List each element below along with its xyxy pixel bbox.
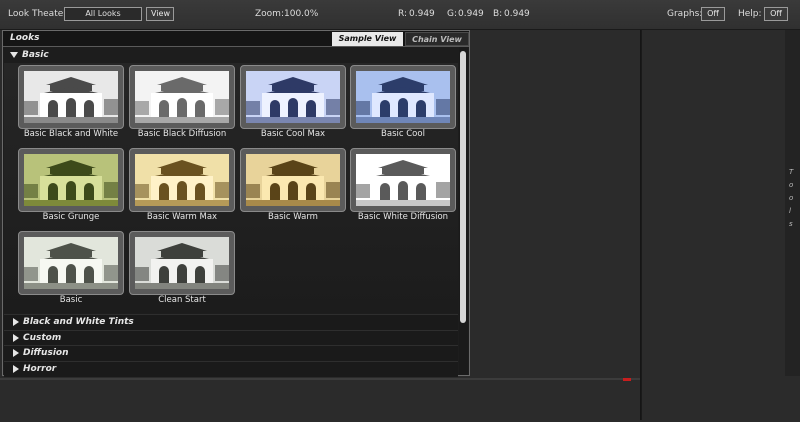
look-thumbnail[interactable]	[246, 71, 340, 123]
g-value: 0.949	[458, 9, 484, 19]
g-label: G:	[447, 9, 458, 19]
look-thumbnail[interactable]	[246, 154, 340, 206]
category-label: Black and White Tints	[23, 317, 134, 327]
category-basic[interactable]: Basic	[3, 48, 457, 62]
look-thumbnail-frame[interactable]	[129, 148, 235, 212]
category-row[interactable]: Black and White Tints	[4, 314, 458, 330]
category-header[interactable]: Black and White Tints	[4, 315, 458, 329]
tools-letter: s	[789, 220, 793, 228]
scrollbar-thumb[interactable]	[460, 51, 466, 323]
top-toolbar: Look Theater: All Looks View Zoom: 100.0…	[0, 0, 800, 30]
tools-letter: o	[789, 181, 794, 189]
category-row[interactable]: Custom	[4, 329, 458, 346]
look-thumbnail-frame[interactable]	[18, 148, 124, 212]
help-label: Help:	[738, 9, 762, 19]
looks-panel-title: Looks	[10, 33, 40, 43]
tools-letter: T	[789, 168, 794, 176]
category-basic-label: Basic	[22, 50, 49, 60]
look-label: Basic Black and White	[23, 129, 119, 139]
category-label: Horror	[23, 363, 57, 374]
tab-chain-view[interactable]: Chain View	[405, 32, 469, 46]
category-label: Custom	[23, 332, 62, 343]
triangle-right-icon	[13, 318, 19, 326]
r-label: R:	[398, 9, 408, 19]
b-label: B:	[493, 9, 503, 19]
look-thumbnail[interactable]	[135, 237, 229, 289]
look-thumbnail[interactable]	[24, 237, 118, 289]
triangle-right-icon	[13, 333, 19, 342]
look-thumbnail-frame[interactable]	[350, 65, 456, 129]
look-tile[interactable]: Basic White Diffusion	[350, 148, 456, 226]
triangle-down-icon	[10, 52, 18, 58]
look-tile[interactable]: Basic Warm	[240, 148, 346, 226]
graphs-label: Graphs:	[667, 9, 703, 19]
look-theater-label: Look Theater:	[8, 9, 70, 19]
look-tile[interactable]: Basic Cool Max	[240, 65, 346, 143]
tab-sample-view[interactable]: Sample View	[332, 32, 403, 46]
look-thumbnail-frame[interactable]	[240, 65, 346, 129]
looks-grid: Basic Black and White Basic Black Diffus…	[4, 63, 458, 313]
look-tile[interactable]: Clean Start	[129, 231, 235, 309]
bottom-area	[0, 378, 640, 422]
look-thumbnail-frame[interactable]	[350, 148, 456, 212]
look-tile[interactable]: Basic Grunge	[18, 148, 124, 226]
category-row[interactable]: Horror	[4, 360, 458, 377]
tools-letter: l	[789, 207, 791, 215]
look-thumbnail-frame[interactable]	[18, 231, 124, 295]
triangle-right-icon	[13, 349, 19, 357]
look-label: Basic Warm	[268, 212, 318, 222]
look-label: Basic Cool	[381, 129, 425, 139]
category-header[interactable]: Diffusion	[4, 346, 458, 360]
category-row[interactable]: Diffusion	[4, 345, 458, 361]
look-tile[interactable]: Basic	[18, 231, 124, 309]
view-button[interactable]: View	[146, 7, 174, 21]
looks-panel: Looks Sample View Chain View Basic Basic…	[2, 30, 470, 377]
right-panel	[641, 30, 800, 420]
look-thumbnail-frame[interactable]	[129, 231, 235, 295]
triangle-right-icon	[13, 364, 19, 373]
look-thumbnail-frame[interactable]	[129, 65, 235, 129]
graphs-toggle[interactable]: Off	[701, 7, 725, 21]
category-header[interactable]: Horror	[4, 362, 458, 376]
look-theater-select[interactable]: All Looks	[64, 7, 142, 21]
help-toggle[interactable]: Off	[764, 7, 788, 21]
look-thumbnail[interactable]	[356, 154, 450, 206]
look-label: Basic Grunge	[42, 212, 100, 222]
look-thumbnail[interactable]	[135, 71, 229, 123]
r-value: 0.949	[409, 9, 435, 19]
look-label: Basic Warm Max	[146, 212, 218, 222]
tools-drawer-tab[interactable]: Tools	[785, 30, 800, 376]
scrollbar[interactable]	[459, 47, 468, 375]
b-value: 0.949	[504, 9, 530, 19]
look-thumbnail-frame[interactable]	[18, 65, 124, 129]
look-label: Basic Black Diffusion	[137, 129, 227, 139]
look-thumbnail[interactable]	[24, 71, 118, 123]
look-thumbnail-frame[interactable]	[240, 148, 346, 212]
look-thumbnail[interactable]	[356, 71, 450, 123]
category-header[interactable]: Custom	[4, 331, 458, 345]
zoom-label: Zoom:	[255, 9, 284, 19]
look-tile[interactable]: Basic Cool	[350, 65, 456, 143]
look-thumbnail[interactable]	[24, 154, 118, 206]
red-marker	[623, 378, 631, 381]
look-label: Basic	[59, 295, 83, 305]
look-tile[interactable]: Basic Black and White	[18, 65, 124, 143]
zoom-value: 100.0%	[284, 9, 319, 19]
looks-panel-header: Looks Sample View Chain View	[3, 31, 469, 47]
look-tile[interactable]: Basic Warm Max	[129, 148, 235, 226]
category-label: Diffusion	[23, 348, 69, 358]
look-thumbnail[interactable]	[135, 154, 229, 206]
look-tile[interactable]: Basic Black Diffusion	[129, 65, 235, 143]
look-label: Basic Cool Max	[260, 129, 326, 139]
look-label: Basic White Diffusion	[357, 212, 449, 222]
look-label: Clean Start	[158, 295, 206, 305]
tools-letter: o	[789, 194, 794, 202]
